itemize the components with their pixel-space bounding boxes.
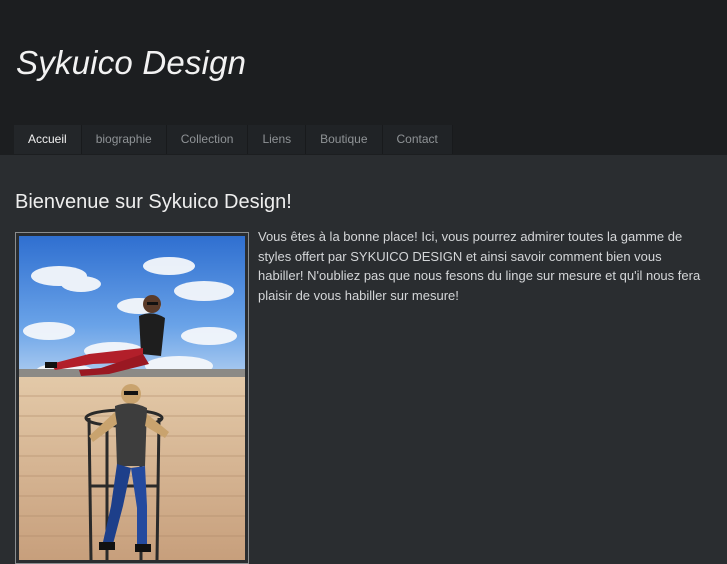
site-title[interactable]: Sykuico Design [16, 44, 246, 82]
nav-item-collection[interactable]: Collection [166, 125, 249, 154]
fashion-photo [19, 236, 245, 560]
photo-frame [15, 232, 249, 564]
nav-item-accueil[interactable]: Accueil [14, 125, 82, 154]
main-content: Bienvenue sur Sykuico Design! Vous êtes … [0, 155, 727, 564]
nav-item-liens[interactable]: Liens [248, 125, 307, 154]
main-nav: Accueil biographie Collection Liens Bout… [14, 125, 453, 154]
site-header: Sykuico Design Accueil biographie Collec… [0, 0, 727, 155]
intro-text: Vous êtes à la bonne place! Ici, vous po… [258, 229, 701, 303]
page-heading: Bienvenue sur Sykuico Design! [15, 191, 292, 213]
nav-item-contact[interactable]: Contact [382, 125, 453, 154]
nav-item-biographie[interactable]: biographie [81, 125, 167, 154]
nav-item-boutique[interactable]: Boutique [306, 125, 383, 154]
